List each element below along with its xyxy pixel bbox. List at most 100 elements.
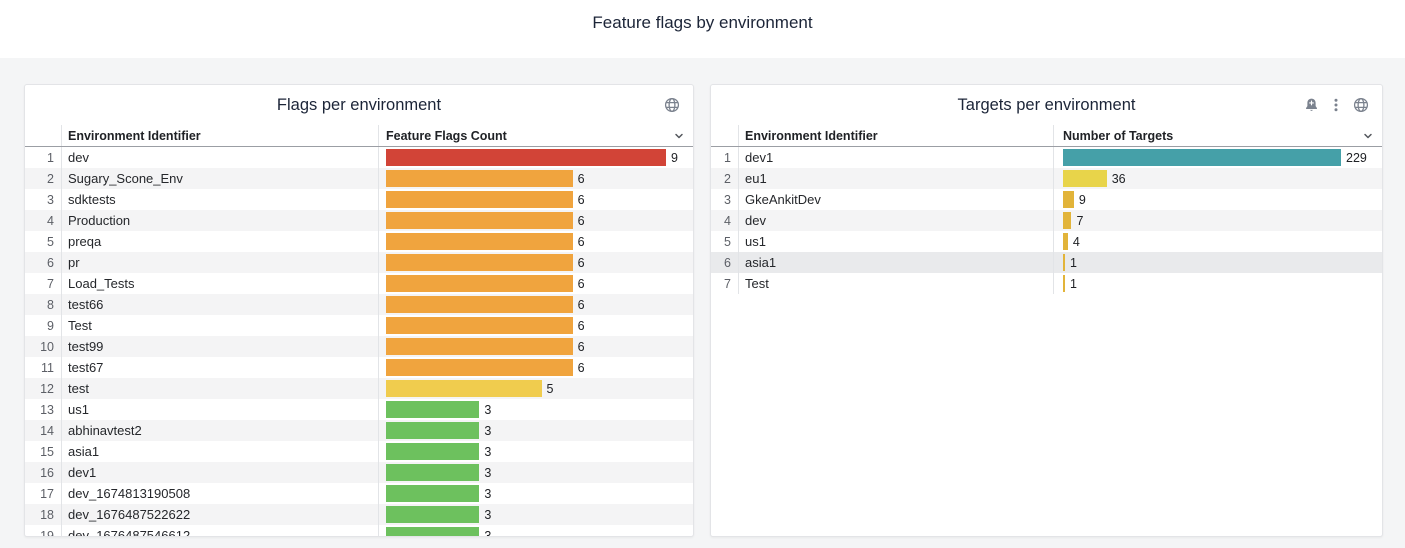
- bar-gauge-cell: 6: [379, 336, 693, 357]
- panel-title[interactable]: Flags per environment: [277, 96, 441, 115]
- row-index: 19: [25, 525, 62, 537]
- value-label: 6: [578, 319, 585, 333]
- bar-gauge-cell: 7: [1054, 210, 1382, 231]
- bar-gauge-cell: 6: [379, 252, 693, 273]
- value-label: 3: [484, 487, 491, 501]
- table-row: 7Load_Tests 6: [25, 273, 693, 294]
- bar-gauge-cell: 3: [379, 462, 693, 483]
- value-bar: [1063, 149, 1341, 166]
- column-header-environment-identifier[interactable]: Environment Identifier: [62, 125, 379, 146]
- row-index: 16: [25, 462, 62, 483]
- table-row: 8test666: [25, 294, 693, 315]
- environment-name: test66: [62, 294, 379, 315]
- row-index: 1: [711, 147, 739, 168]
- bar-gauge-cell: 3: [379, 399, 693, 420]
- table-header: Environment Identifier Number of Targets: [711, 125, 1382, 147]
- value-label: 6: [578, 256, 585, 270]
- table-row: 2eu136: [711, 168, 1382, 189]
- bar-gauge-cell: 3: [379, 441, 693, 462]
- bar-gauge-cell: 9: [1054, 189, 1382, 210]
- environment-name: dev_1676487522622: [62, 504, 379, 525]
- environment-name: pr: [62, 252, 379, 273]
- row-index: 3: [25, 189, 62, 210]
- row-index: 18: [25, 504, 62, 525]
- table-row: 13us13: [25, 399, 693, 420]
- value-bar: [386, 422, 479, 439]
- value-bar: [386, 338, 573, 355]
- value-bar: [1063, 275, 1065, 292]
- value-bar: [386, 485, 479, 502]
- value-bar: [386, 380, 542, 397]
- table-row: 3GkeAnkitDev9: [711, 189, 1382, 210]
- globe-icon[interactable]: [1353, 97, 1369, 113]
- value-label: 7: [1076, 214, 1083, 228]
- row-index: 5: [711, 231, 739, 252]
- bar-gauge-cell: 3: [379, 483, 693, 504]
- value-bar: [1063, 212, 1071, 229]
- table-row: 1dev1229: [711, 147, 1382, 168]
- environment-name: Load_Tests: [62, 273, 379, 294]
- row-index: 4: [711, 210, 739, 231]
- environment-name: asia1: [62, 441, 379, 462]
- value-bar: [1063, 254, 1065, 271]
- bar-gauge-cell: 229: [1054, 147, 1382, 168]
- table-row: 17dev_16748131905083: [25, 483, 693, 504]
- table-row: 19dev_16764875466123: [25, 525, 693, 537]
- table-row: 18dev_16764875226223: [25, 504, 693, 525]
- bar-gauge-cell: 6: [379, 273, 693, 294]
- table-row: 14abhinavtest23: [25, 420, 693, 441]
- value-label: 6: [578, 172, 585, 186]
- column-header-feature-flags-count[interactable]: Feature Flags Count: [379, 125, 693, 146]
- bell-plus-icon[interactable]: [1304, 97, 1319, 113]
- panel-header: Targets per environment: [711, 85, 1382, 125]
- panel-header: Flags per environment: [25, 85, 693, 125]
- bar-gauge-cell: 9: [379, 147, 693, 168]
- row-index: 1: [25, 147, 62, 168]
- table-scroll-area[interactable]: 1dev12292eu1363GkeAnkitDev94dev75us146as…: [711, 147, 1382, 294]
- bar-gauge-cell: 6: [379, 294, 693, 315]
- value-label: 6: [578, 193, 585, 207]
- table-row: 15asia13: [25, 441, 693, 462]
- value-label: 9: [1079, 193, 1086, 207]
- globe-icon[interactable]: [664, 97, 680, 113]
- environment-name: dev: [739, 210, 1054, 231]
- environment-name: GkeAnkitDev: [739, 189, 1054, 210]
- row-index: 9: [25, 315, 62, 336]
- panel-title[interactable]: Targets per environment: [958, 96, 1136, 115]
- value-label: 6: [578, 235, 585, 249]
- panel-targets-per-environment: Targets per environment: [710, 84, 1383, 537]
- row-index: 7: [25, 273, 62, 294]
- environment-name: Test: [739, 273, 1054, 294]
- value-bar: [386, 443, 479, 460]
- row-index: 2: [711, 168, 739, 189]
- table-row: 10test996: [25, 336, 693, 357]
- value-label: 3: [484, 466, 491, 480]
- chevron-down-icon[interactable]: [1362, 130, 1374, 142]
- table-row: 4Production6: [25, 210, 693, 231]
- value-label: 3: [484, 424, 491, 438]
- environment-name: Sugary_Scone_Env: [62, 168, 379, 189]
- table-scroll-area[interactable]: 1dev92Sugary_Scone_Env63sdktests64Produc…: [25, 147, 693, 537]
- environment-name: Production: [62, 210, 379, 231]
- kebab-menu-icon[interactable]: [1334, 97, 1338, 113]
- chevron-down-icon[interactable]: [673, 130, 685, 142]
- table-row: 11test676: [25, 357, 693, 378]
- row-index: 15: [25, 441, 62, 462]
- bar-gauge-cell: 4: [1054, 231, 1382, 252]
- table-row: 3sdktests6: [25, 189, 693, 210]
- value-bar: [386, 317, 573, 334]
- value-label: 6: [578, 277, 585, 291]
- column-header-number-of-targets[interactable]: Number of Targets: [1054, 125, 1382, 146]
- value-bar: [386, 527, 479, 537]
- bar-gauge-cell: 1: [1054, 273, 1382, 294]
- bar-gauge-cell: 6: [379, 231, 693, 252]
- column-header-environment-identifier[interactable]: Environment Identifier: [739, 125, 1054, 146]
- environment-name: preqa: [62, 231, 379, 252]
- environment-name: dev1: [62, 462, 379, 483]
- table-row: 9Test6: [25, 315, 693, 336]
- bar-gauge-cell: 3: [379, 420, 693, 441]
- value-label: 5: [547, 382, 554, 396]
- bar-gauge-cell: 6: [379, 357, 693, 378]
- environment-name: dev1: [739, 147, 1054, 168]
- bar-gauge-cell: 3: [379, 504, 693, 525]
